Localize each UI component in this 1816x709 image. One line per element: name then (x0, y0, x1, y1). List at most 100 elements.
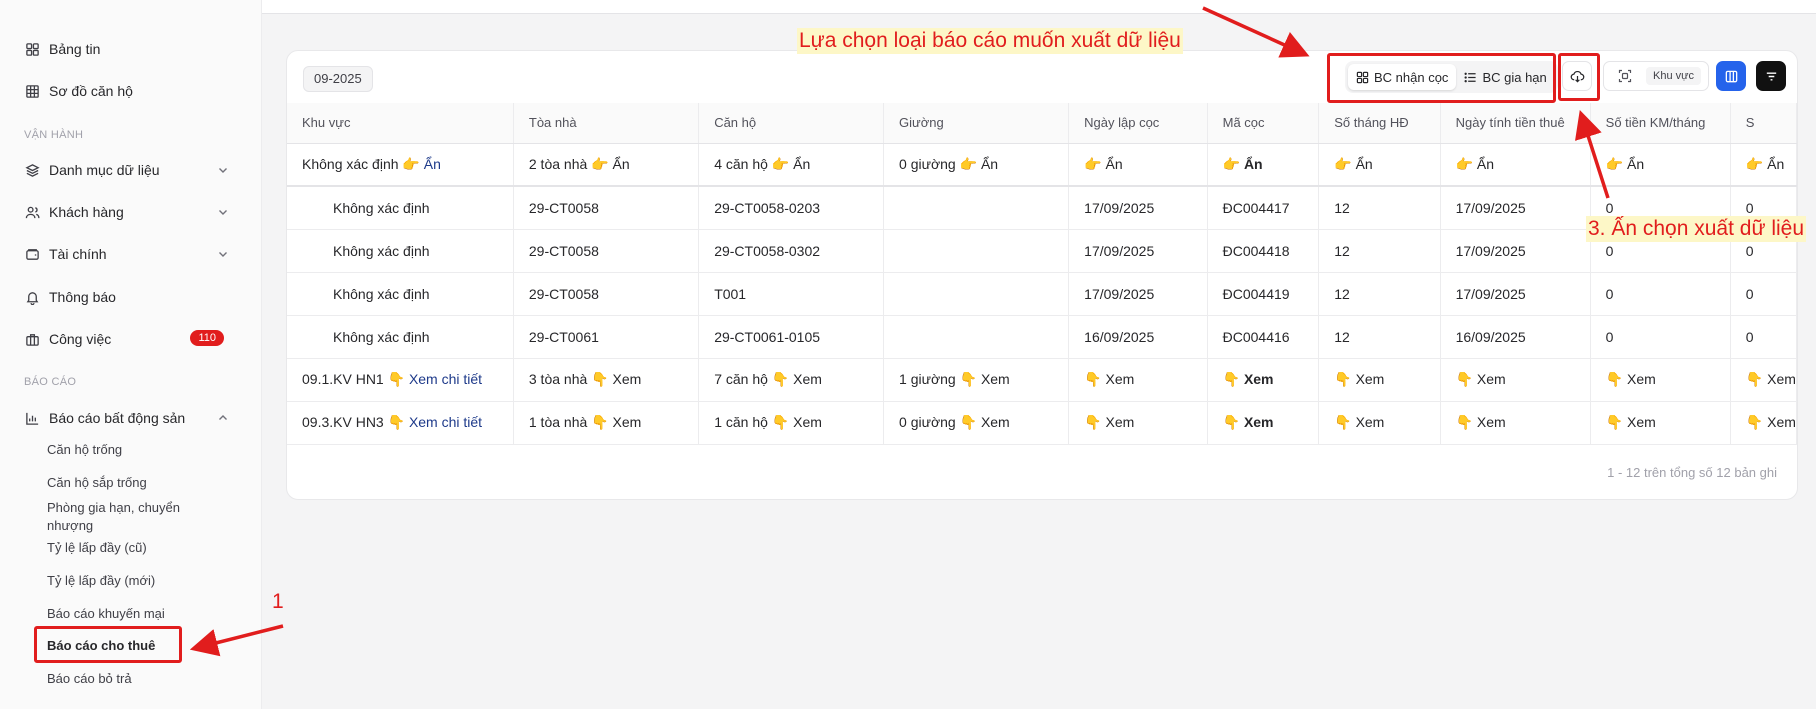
briefcase-icon (24, 331, 40, 347)
view-link[interactable]: Xem (1356, 371, 1385, 387)
table-cell-value: 29-CT0058 (528, 199, 599, 216)
table-cell: 29-CT0058 (513, 272, 700, 316)
sidebar-sub-soon-empty[interactable]: Căn hộ sắp trống (47, 474, 197, 492)
hide-link[interactable]: Ẩn (612, 156, 629, 172)
chevron-down-icon (219, 168, 227, 173)
view-link[interactable]: Xem (793, 371, 822, 387)
column-header[interactable]: Số tháng HĐ (1318, 103, 1441, 144)
view-link[interactable]: Xem (1356, 414, 1385, 430)
view-link[interactable]: Xem (1105, 414, 1134, 430)
table-cell: 17/09/2025 (1440, 272, 1591, 316)
sidebar-item-notifications[interactable]: Thông báo (24, 283, 230, 311)
sidebar-sub-promotion-report[interactable]: Báo cáo khuyến mại (47, 605, 197, 623)
hide-link[interactable]: Ẩn (1356, 156, 1373, 172)
pointing-hand-icon: 👉 (959, 155, 978, 172)
hide-link[interactable]: Ẩn (981, 156, 998, 172)
table-cell: 16/09/2025 (1068, 315, 1208, 359)
table-cell-value: 29-CT0058-0302 (714, 242, 821, 259)
region-filter[interactable]: Khu vực (1603, 61, 1709, 91)
area-name: Không xác định (302, 155, 399, 172)
column-header[interactable]: Khu vực (287, 103, 514, 144)
column-header[interactable]: Số tiền KM/tháng (1590, 103, 1731, 144)
view-link[interactable]: Xem (612, 371, 641, 387)
view-link[interactable]: Xem (1767, 371, 1795, 387)
view-link[interactable]: Xem (981, 414, 1010, 430)
sidebar-sub-occupancy-new[interactable]: Tỷ lệ lấp đầy (mới) (47, 572, 197, 590)
table-cell (883, 229, 1070, 273)
hide-link[interactable]: Ẩn (1767, 156, 1784, 172)
view-link[interactable]: Xem (1627, 371, 1656, 387)
view-link[interactable]: Xem (1477, 371, 1506, 387)
sidebar-item-real-estate-reports[interactable]: Báo cáo bất động sản (24, 404, 230, 432)
table-cell: ĐC004416 (1207, 315, 1320, 359)
hide-link[interactable]: Ẩn (1627, 156, 1644, 172)
columns-button[interactable] (1716, 61, 1746, 91)
pointing-down-icon: 👇 (387, 414, 406, 430)
column-header[interactable]: Tòa nhà (513, 103, 700, 144)
table-cell: Không xác định (287, 186, 514, 230)
table-cell-value: 17/09/2025 (1084, 242, 1155, 259)
table-cell-value: 0 (1745, 242, 1754, 259)
hide-link[interactable]: Ẩn (424, 156, 441, 172)
scan-icon (1618, 69, 1632, 83)
column-header[interactable]: Ngày lập cọc (1068, 103, 1208, 144)
pointing-down-icon: 👇 (1455, 414, 1474, 430)
sidebar-item-label: Danh mục dữ liệu (49, 162, 160, 178)
pointing-down-icon: 👇 (1334, 371, 1352, 387)
view-link[interactable]: Xem (612, 414, 641, 430)
users-icon (24, 204, 40, 220)
sidebar-sub-vacated-report[interactable]: Báo cáo bỏ trả (47, 670, 197, 688)
building-count: 1 tòa nhà (528, 414, 588, 430)
filter-button[interactable] (1756, 61, 1786, 91)
pointing-down-icon: 👇 (591, 371, 609, 387)
view-detail-link[interactable]: Xem chi tiết (409, 414, 482, 430)
column-header[interactable]: Mã cọc (1207, 103, 1320, 144)
annotation-step-3: 3. Ấn chọn xuất dữ liệu (1586, 216, 1807, 242)
pointing-hand-icon: 👉 (1334, 155, 1352, 172)
table-cell: 17/09/2025 (1440, 186, 1591, 230)
table-cell: 09.3.KV HN3 👇 Xem chi tiết (287, 401, 514, 445)
period-chip[interactable]: 09-2025 (303, 66, 373, 92)
column-header[interactable]: Ngày tính tiền thuê (1440, 103, 1591, 144)
view-detail-link[interactable]: Xem chi tiết (409, 371, 482, 387)
sidebar-sub-extension-transfer[interactable]: Phòng gia hạn, chuyển nhượng (47, 499, 197, 535)
pointing-down-icon: 👇 (1084, 371, 1102, 387)
view-link[interactable]: Xem (1244, 414, 1274, 430)
hide-link[interactable]: Ẩn (1477, 156, 1494, 172)
sidebar-item-data-catalog[interactable]: Danh mục dữ liệu (24, 156, 230, 184)
sidebar-sub-occupancy-old[interactable]: Tỷ lệ lấp đầy (cũ) (47, 539, 197, 557)
sidebar-item-apartment-map[interactable]: Sơ đồ căn hộ (24, 77, 230, 105)
view-link[interactable]: Xem (1767, 414, 1795, 430)
pointing-hand-icon: 👉 (1084, 155, 1102, 172)
column-header[interactable]: Căn hộ (698, 103, 885, 144)
sidebar-item-dashboard[interactable]: Bảng tin (24, 35, 230, 63)
bell-icon (24, 289, 40, 305)
hide-link[interactable]: Ẩn (1105, 156, 1122, 172)
hide-link[interactable]: Ẩn (1244, 156, 1263, 172)
sidebar-item-finance[interactable]: Tài chính (24, 240, 230, 268)
table-cell: 👇 Xem (1207, 358, 1320, 402)
table-cell: 29-CT0058 (513, 229, 700, 273)
table-cell (883, 272, 1070, 316)
table-cell-value: 0 (1605, 199, 1614, 216)
view-link[interactable]: Xem (1244, 371, 1274, 387)
filter-icon (1766, 72, 1776, 80)
sidebar-item-customers[interactable]: Khách hàng (24, 198, 230, 226)
chevron-up-icon (219, 415, 227, 420)
pointing-hand-icon: 👉 (1455, 155, 1474, 172)
view-link[interactable]: Xem (981, 371, 1010, 387)
hide-link[interactable]: Ẩn (793, 156, 810, 172)
view-link[interactable]: Xem (1627, 414, 1656, 430)
sidebar-item-label: Khách hàng (49, 204, 124, 220)
view-link[interactable]: Xem (793, 414, 822, 430)
column-header[interactable]: S (1730, 103, 1797, 144)
view-link[interactable]: Xem (1477, 414, 1506, 430)
sidebar-sub-empty-apartments[interactable]: Căn hộ trống (47, 441, 197, 459)
column-header[interactable]: Giường (883, 103, 1070, 144)
table-cell: 0 giường 👇 Xem (883, 401, 1070, 445)
table-cell: 👉 Ẩn (1068, 143, 1208, 187)
view-link[interactable]: Xem (1105, 371, 1134, 387)
sidebar-item-tasks[interactable]: Công việc 110 (24, 325, 230, 353)
table-cell-value: 17/09/2025 (1455, 199, 1526, 216)
table-cell: 29-CT0061-0105 (698, 315, 885, 359)
